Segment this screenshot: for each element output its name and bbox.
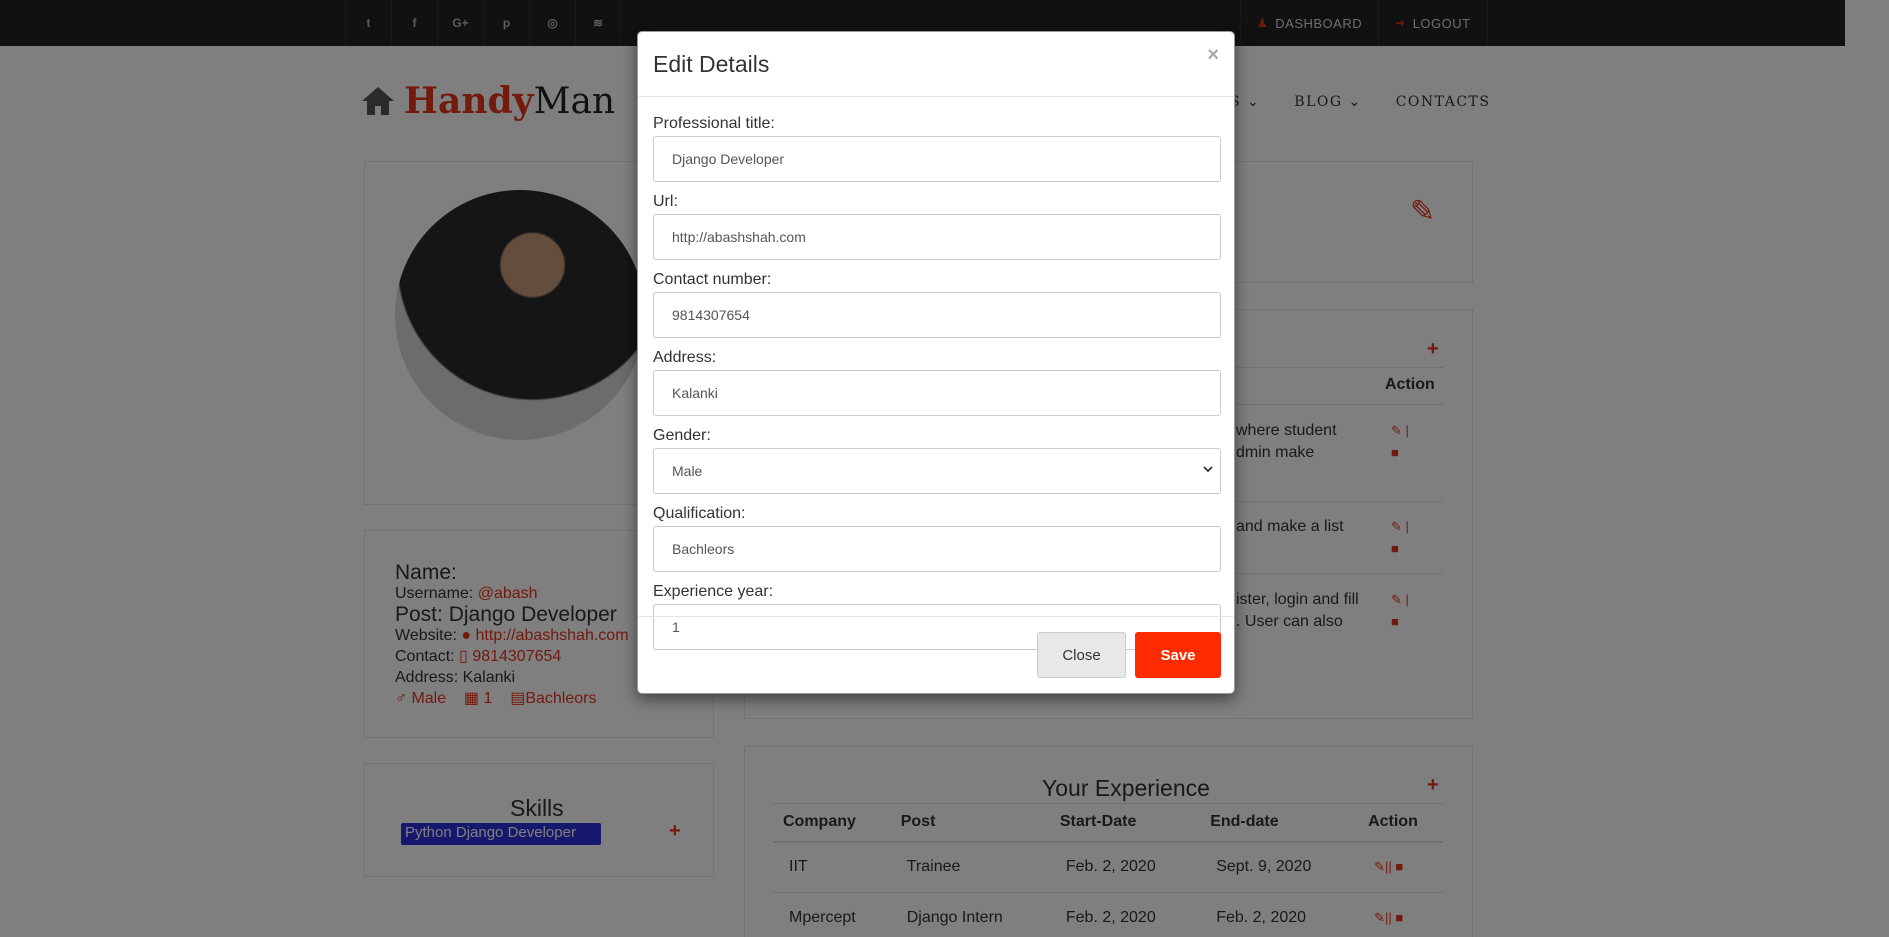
close-button[interactable]: Close — [1037, 632, 1126, 678]
modal-header: Edit Details × — [638, 32, 1234, 97]
modal-body: Professional title: Url: Contact number:… — [638, 97, 1234, 650]
save-button[interactable]: Save — [1135, 632, 1221, 678]
address-input[interactable] — [653, 370, 1221, 416]
gender-select[interactable]: Male — [653, 448, 1221, 494]
gender-selected-value: Male — [672, 463, 703, 479]
modal-title: Edit Details — [653, 51, 770, 77]
qualification-label: Qualification: — [653, 505, 746, 522]
gender-label: Gender: — [653, 427, 711, 444]
professional-title-label: Professional title: — [653, 115, 775, 132]
url-input[interactable] — [653, 214, 1221, 260]
close-icon[interactable]: × — [1207, 44, 1219, 67]
url-label: Url: — [653, 193, 678, 210]
professional-title-input[interactable] — [653, 136, 1221, 182]
qualification-input[interactable] — [653, 526, 1221, 572]
edit-details-modal: Edit Details × Professional title: Url: … — [637, 31, 1235, 694]
address-label: Address: — [653, 349, 717, 366]
chevron-down-icon — [1203, 466, 1213, 473]
contact-number-input[interactable] — [653, 292, 1221, 338]
contact-number-label: Contact number: — [653, 271, 772, 288]
experience-year-label: Experience year: — [653, 583, 774, 600]
modal-footer: Close Save — [638, 616, 1234, 694]
